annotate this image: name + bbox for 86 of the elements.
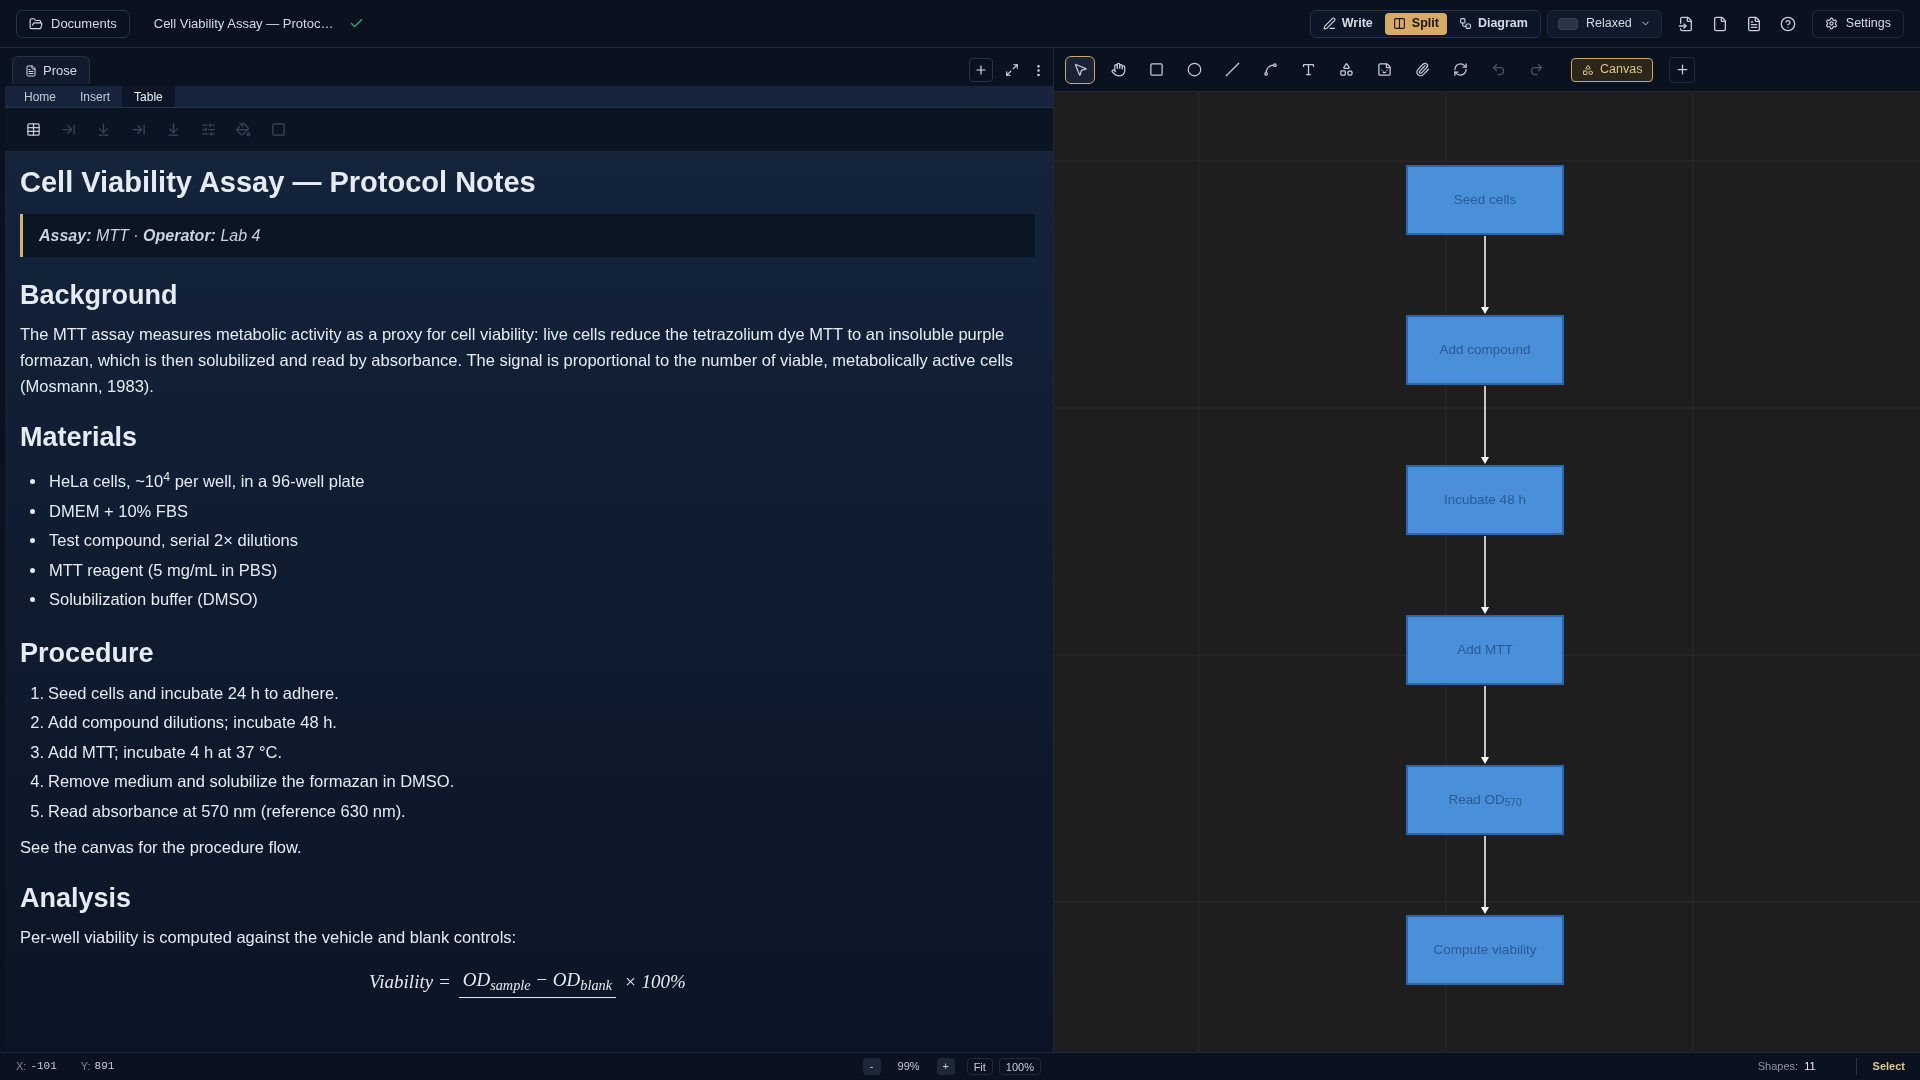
list-item: HeLa cells, ~10$^{4}$ per well, in a 96-well plate	[49, 469, 365, 493]
zoom-out-button[interactable]: -	[862, 1058, 881, 1075]
shapes-icon	[1582, 63, 1594, 76]
reset-zoom-button[interactable]: 100%	[998, 1058, 1041, 1075]
bullet-icon	[30, 597, 35, 603]
canvas-button[interactable]: Canvas	[1571, 57, 1654, 82]
view-mode-tab[interactable]: Diagram	[1450, 12, 1536, 35]
list-item: Read absorbance at 570 nm (reference 630 nm).	[48, 800, 406, 822]
sticker-icon	[1376, 62, 1392, 77]
line-icon	[1224, 62, 1240, 77]
undo-icon	[1490, 62, 1506, 77]
settings-button[interactable]: Settings	[1811, 9, 1904, 38]
refresh-icon	[1452, 62, 1468, 77]
view-mode-tab[interactable]: Write	[1314, 12, 1381, 35]
paragraph: Per-well viability is computed against the vehicle and blank controls:	[20, 927, 518, 948]
help-icon[interactable]	[1779, 15, 1796, 32]
section-heading: Analysis	[20, 882, 133, 915]
paragraph: The MTT assay measures metabolic activity as a proxy for cell viability: live cells reduce the tetrazolium dye MTT to an insoluble purple formazan, which is then solubilized and read by absorbance. The signal is proportional to the number of viable, metabolically active cells (Mosmann, 1983).	[20, 324, 1014, 397]
x-label: X:	[16, 1059, 27, 1075]
ribbon-tab[interactable]: Home	[12, 86, 68, 107]
pointer-icon	[1072, 62, 1088, 77]
shapes-label: Shapes:	[1757, 1059, 1799, 1075]
zoom-level: 99%	[897, 1059, 920, 1075]
view-mode-tab[interactable]: Split	[1384, 12, 1447, 35]
folder-icon	[29, 16, 43, 31]
equation: Viability = OD$_{sample}$ − OD$_{blank}$ × 100%	[20, 966, 1035, 998]
list-number: 3.	[29, 741, 44, 763]
document-title: Cell Viability Assay — Protocol Notes	[20, 165, 537, 200]
pen-icon	[1322, 17, 1336, 30]
meta-line: Assay: MTT · Operator: Lab 4	[39, 225, 261, 246]
columns-icon	[1392, 17, 1406, 30]
redo-icon	[1528, 62, 1544, 77]
ribbon-tab[interactable]: Insert	[68, 86, 123, 107]
rectangle-icon	[1148, 62, 1164, 77]
section-heading: Background	[20, 279, 179, 312]
list-item: Test compound, serial 2× dilutions	[49, 530, 298, 552]
zoom-in-button[interactable]: +	[936, 1058, 955, 1075]
add-button[interactable]	[969, 58, 993, 82]
document-icon[interactable]	[1745, 15, 1762, 32]
settings-icon	[1824, 17, 1838, 30]
list-item: MTT reagent (5 mg/mL in PBS)	[49, 559, 278, 581]
list-item: Add MTT; incubate 4 h at 37 °C.	[48, 741, 283, 763]
plus-icon	[1674, 62, 1690, 77]
shapes-icon	[1338, 62, 1354, 77]
tool-button[interactable]	[1065, 55, 1095, 84]
bullet-icon	[30, 508, 35, 514]
documents-button[interactable]: Documents	[16, 9, 130, 38]
density-dropdown[interactable]: Relaxed	[1546, 9, 1662, 38]
list-item: Seed cells and incubate 24 h to adhere.	[48, 682, 339, 704]
list-number: 1.	[29, 682, 44, 704]
shapes-count: 11	[1804, 1059, 1816, 1075]
list-number: 5.	[29, 800, 44, 822]
paperclip-icon	[1414, 62, 1430, 77]
y-value: 891	[94, 1059, 115, 1075]
list-item: Remove medium and solubilize the formazan in DMSO.	[48, 771, 455, 793]
mode-label: Select	[1855, 1058, 1905, 1075]
document-icon	[25, 64, 37, 77]
section-heading: Procedure	[20, 636, 155, 670]
add-button[interactable]	[1669, 56, 1696, 83]
y-label: Y:	[80, 1059, 91, 1075]
file-icon[interactable]	[1711, 15, 1728, 32]
fit-button[interactable]: Fit	[966, 1058, 993, 1075]
circle-icon	[1186, 62, 1202, 77]
bullet-icon	[30, 479, 35, 485]
table-icon[interactable]	[26, 122, 41, 137]
ribbon-tab[interactable]: Table	[122, 86, 175, 107]
text-icon	[1300, 62, 1316, 77]
paragraph: See the canvas for the procedure flow.	[20, 837, 303, 858]
plus-icon	[974, 63, 988, 77]
list-item: Solubilization buffer (DMSO)	[49, 589, 258, 611]
hand-icon	[1110, 62, 1126, 77]
list-item: DMEM + 10% FBS	[49, 500, 188, 522]
expand-icon[interactable]	[1005, 63, 1019, 77]
bullet-icon	[30, 567, 35, 573]
x-value: -101	[30, 1059, 57, 1075]
import-icon[interactable]	[1677, 15, 1694, 32]
document-title: Cell Viability Assay — Protoc…	[153, 14, 334, 33]
list-number: 2.	[29, 712, 44, 734]
list-number: 4.	[29, 771, 44, 793]
swatch-icon	[1557, 17, 1578, 30]
bullet-icon	[30, 538, 35, 544]
section-heading: Materials	[20, 421, 139, 454]
prose-tab[interactable]: Prose	[12, 56, 90, 84]
nodes-icon	[1458, 17, 1472, 30]
curve-icon	[1262, 62, 1278, 77]
list-item: Add compound dilutions; incubate 48 h.	[48, 712, 337, 734]
